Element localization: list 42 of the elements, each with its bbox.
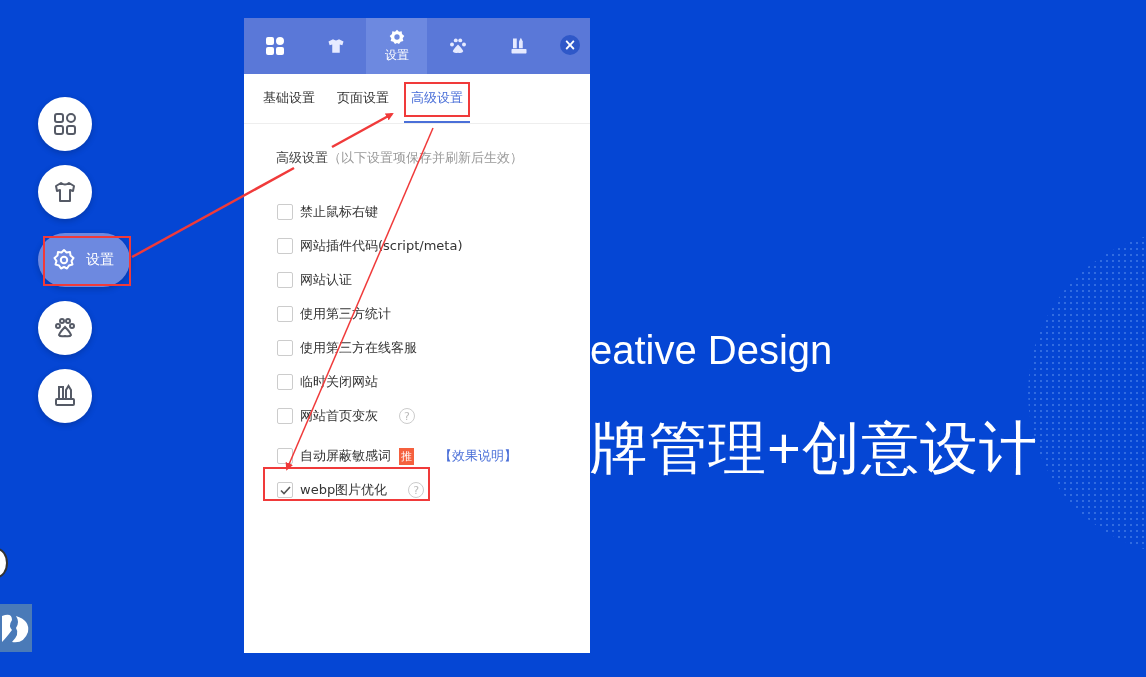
sidebar-button[interactable] [38,301,92,355]
option-label: 使用第三方在线客服 [300,339,417,357]
settings-tab[interactable]: 基础设置 [256,74,322,123]
recommend-badge: 推 [399,447,414,465]
checkbox[interactable] [277,272,293,288]
pencil-holder-icon [509,37,528,55]
option-label: webp图片优化 [300,481,388,499]
hero-heading: eative Design [590,328,834,374]
pencil-holder-icon [53,384,77,408]
highlight-box [404,82,470,117]
checkbox[interactable] [277,374,293,390]
settings-tab[interactable]: 高级设置 [404,74,470,123]
hero-subheading: 牌管理+创意设计 [590,414,1039,482]
info-link[interactable]: 【效果说明】 [439,447,517,465]
sidebar-button[interactable] [38,165,92,219]
checkbox[interactable] [277,448,293,464]
sidebar-button[interactable] [38,97,92,151]
option-label: 网站认证 [300,271,352,289]
gear-icon [388,28,405,45]
paw-icon [53,316,77,340]
close-button[interactable]: × [560,35,580,55]
checkbox[interactable] [277,408,293,424]
option-label: 禁止鼠标右键 [300,203,378,221]
checkbox[interactable] [277,204,293,220]
sidebar-button[interactable] [38,369,92,423]
shirt-icon [326,37,345,55]
checkbox[interactable] [277,238,293,254]
checkbox[interactable] [277,482,293,498]
logo-icon[interactable] [0,604,32,652]
section-note: （以下设置项保存并刷新后生效） [328,149,523,167]
shirt-icon [53,180,77,204]
section-title: 高级设置 [276,149,328,167]
sidebar-button[interactable]: 设置 [38,233,130,287]
settings-tab[interactable]: 页面设置 [330,74,396,123]
option-label: 自动屏蔽敏感词 [300,447,391,465]
checkbox[interactable] [277,306,293,322]
checkbox[interactable] [277,340,293,356]
paw-icon [448,37,467,55]
grid-icon [53,112,77,136]
grid-icon [265,37,284,55]
panel-tab[interactable]: 设置 [366,18,427,74]
gear-icon [52,248,76,272]
